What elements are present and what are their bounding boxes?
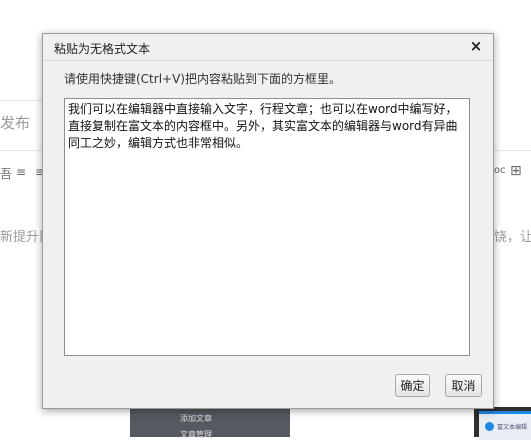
ok-button[interactable]: 确定 xyxy=(395,374,430,397)
background-paragraph-right: 饶，让 xyxy=(494,230,531,245)
toolbar-icon-left-2: ≡ xyxy=(16,165,27,179)
dialog-title: 粘贴为无格式文本 xyxy=(54,42,151,56)
logo-icon xyxy=(485,422,494,431)
toolbar-icon-left-1: 吾 xyxy=(0,167,13,181)
screenshot-thumbnail: 富文本编辑 xyxy=(474,407,531,440)
toolbar-icon-right-1: oc xyxy=(494,165,506,176)
thumbnail-content: 富文本编辑 xyxy=(479,411,531,440)
sidebar-menu-preview: 添加文章 文章管理 xyxy=(130,407,290,439)
sidebar-menu-item: 文章管理 xyxy=(180,430,212,439)
publish-title-fragment: 发布 xyxy=(0,114,31,132)
divider xyxy=(0,100,42,101)
thumbnail-label: 富文本编辑 xyxy=(497,424,528,431)
paste-plain-text-dialog: 粘贴为无格式文本 × 请使用快捷键(Ctrl+V)把内容粘贴到下面的方框里。 我… xyxy=(42,33,494,409)
sidebar-menu-item: 添加文章 xyxy=(180,414,212,423)
divider xyxy=(0,150,42,151)
instruction-text: 请使用快捷键(Ctrl+V)把内容粘贴到下面的方框里。 xyxy=(64,72,341,86)
dialog-header: 粘贴为无格式文本 × xyxy=(43,34,493,61)
cancel-button[interactable]: 取消 xyxy=(445,374,482,397)
toolbar-icon-right-2: ⊞ xyxy=(510,163,522,179)
close-icon[interactable]: × xyxy=(467,37,485,55)
divider xyxy=(492,150,531,151)
paste-textarea[interactable]: 我们可以在编辑器中直接输入文字，行程文章；也可以在word中编写好，直接复制在富… xyxy=(64,98,470,356)
